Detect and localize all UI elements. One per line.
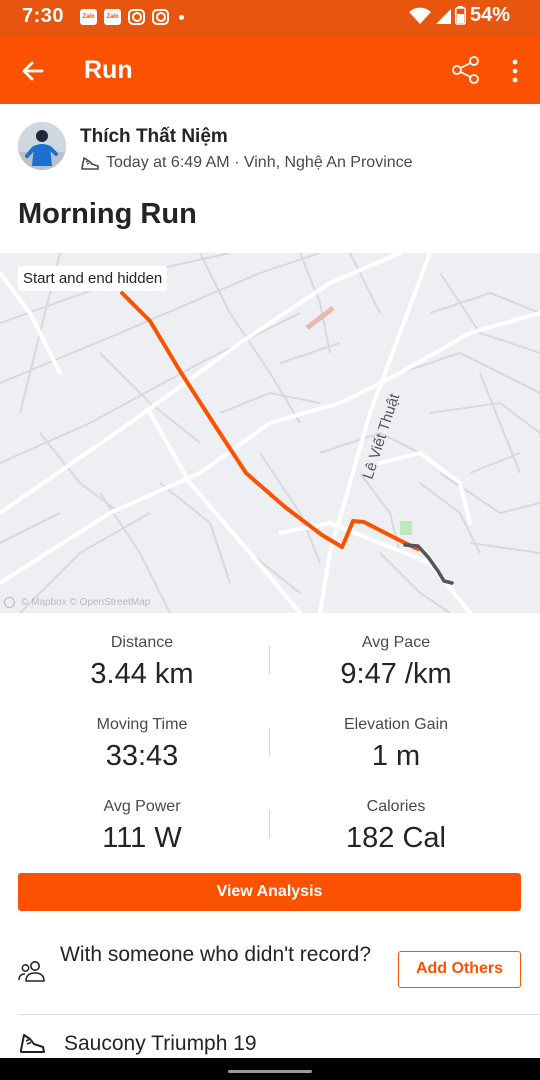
route-map[interactable]: Lê Viết Thuật Start and end hidden © Map… bbox=[0, 253, 540, 613]
stat-distance: Distance 3.44 km bbox=[7, 634, 277, 691]
share-icon[interactable] bbox=[450, 54, 482, 86]
page-title: Run bbox=[84, 56, 133, 84]
athlete-header: Thích Thất Niệm Today at 6:49 AM · Vinh,… bbox=[0, 104, 540, 188]
stat-value: 33:43 bbox=[105, 740, 179, 772]
stat-label: Avg Power bbox=[103, 798, 181, 815]
stat-label: Avg Pace bbox=[361, 634, 431, 651]
stat-label: Elevation Gain bbox=[343, 716, 449, 733]
instagram-icon bbox=[128, 9, 145, 25]
shoe-icon bbox=[20, 1034, 45, 1053]
more-vertical-icon[interactable] bbox=[506, 56, 524, 86]
add-others-button[interactable]: Add Others bbox=[398, 951, 521, 988]
athlete-name[interactable]: Thích Thất Niệm bbox=[80, 126, 228, 148]
stat-label: Moving Time bbox=[96, 716, 188, 733]
signal-icon bbox=[435, 8, 451, 24]
stat-moving-time: Moving Time 33:43 bbox=[7, 716, 277, 773]
people-icon bbox=[18, 961, 45, 982]
stat-elevation-gain: Elevation Gain 1 m bbox=[261, 716, 531, 773]
gear-row[interactable]: Saucony Triumph 19 bbox=[0, 1016, 540, 1060]
map-canvas: Lê Viết Thuật bbox=[0, 253, 540, 613]
notification-icons: Zalo Zalo bbox=[80, 8, 184, 26]
arrow-left-icon[interactable] bbox=[18, 56, 48, 86]
with-others-row: With someone who didn't record? Add Othe… bbox=[0, 932, 540, 1014]
home-indicator[interactable] bbox=[228, 1070, 312, 1073]
stat-label: Distance bbox=[110, 634, 174, 651]
stat-avg-pace: Avg Pace 9:47 /km bbox=[261, 634, 531, 691]
run-shoe-icon bbox=[81, 157, 99, 170]
stat-value: 182 Cal bbox=[346, 822, 446, 854]
attribution-text: © Mapbox © OpenStreetMap bbox=[21, 597, 151, 608]
system-nav-bar bbox=[0, 1058, 540, 1080]
status-time: 7:30 bbox=[22, 5, 65, 27]
with-others-text: With someone who didn't record? bbox=[60, 943, 372, 966]
stat-value: 9:47 /km bbox=[340, 658, 452, 690]
battery-percent: 54% bbox=[469, 4, 510, 26]
mapbox-logo-icon bbox=[4, 597, 15, 608]
instagram-icon bbox=[152, 9, 169, 25]
privacy-badge: Start and end hidden bbox=[18, 266, 168, 291]
dot-icon bbox=[179, 14, 184, 20]
app-bar: Run bbox=[0, 36, 540, 104]
stat-value: 111 W bbox=[102, 822, 182, 854]
gear-name: Saucony Triumph 19 bbox=[64, 1032, 257, 1055]
map-attribution: © Mapbox © OpenStreetMap bbox=[4, 597, 150, 608]
zalo-icon: Zalo bbox=[80, 9, 97, 25]
wifi-icon bbox=[408, 7, 431, 24]
view-analysis-button[interactable]: View Analysis bbox=[18, 873, 521, 911]
divider bbox=[18, 1014, 540, 1015]
status-bar: 7:30 Zalo Zalo 54% bbox=[0, 0, 540, 36]
zalo-icon: Zalo bbox=[104, 9, 121, 25]
street-label: Lê Viết Thuật bbox=[360, 391, 404, 481]
activity-title: Morning Run bbox=[18, 198, 197, 230]
activity-date-location: Today at 6:49 AM · Vinh, Nghệ An Provinc… bbox=[106, 154, 413, 171]
stat-label: Calories bbox=[366, 798, 426, 815]
stat-value: 1 m bbox=[371, 740, 421, 772]
avatar[interactable] bbox=[18, 122, 66, 170]
battery-icon bbox=[454, 6, 466, 25]
stat-avg-power: Avg Power 111 W bbox=[7, 798, 277, 855]
activity-meta: Today at 6:49 AM · Vinh, Nghệ An Provinc… bbox=[80, 154, 413, 172]
stat-calories: Calories 182 Cal bbox=[261, 798, 531, 855]
stat-value: 3.44 km bbox=[90, 658, 194, 690]
